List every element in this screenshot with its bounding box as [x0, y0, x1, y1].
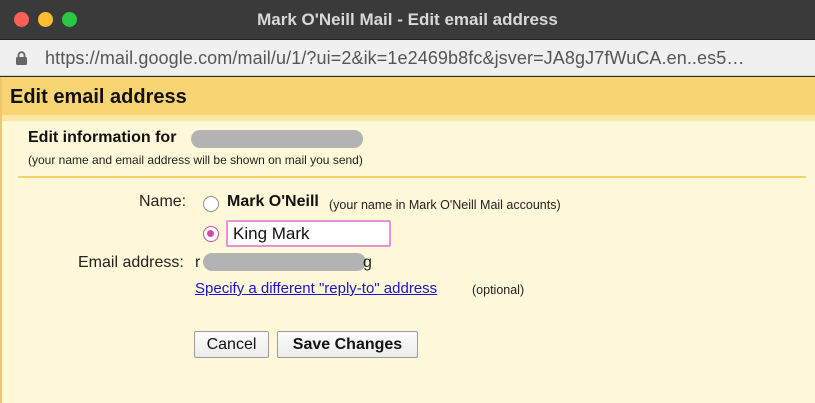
divider	[18, 176, 806, 178]
address-bar[interactable]: https://mail.google.com/mail/u/1/?ui=2&i…	[0, 40, 815, 76]
dialog-header: Edit email address	[2, 77, 815, 115]
redacted-email-blur	[203, 253, 366, 271]
reply-to-link[interactable]: Specify a different "reply-to" address	[195, 280, 437, 297]
email-visible-start: r	[195, 254, 201, 271]
default-name-note: (your name in Mark O'Neill Mail accounts…	[329, 198, 561, 212]
lock-icon	[16, 51, 27, 65]
edit-info-label: Edit information for	[28, 129, 177, 146]
url-text[interactable]: https://mail.google.com/mail/u/1/?ui=2&i…	[45, 48, 805, 69]
redacted-email-blur	[191, 130, 363, 148]
window-title: Mark O'Neill Mail - Edit email address	[257, 10, 558, 29]
name-radio-custom[interactable]	[203, 226, 219, 242]
cancel-button[interactable]: Cancel	[194, 331, 269, 358]
name-label: Name:	[139, 193, 187, 210]
dialog-content: Edit email address Edit information for …	[0, 77, 815, 403]
edit-panel: Edit information for (your name and emai…	[2, 115, 815, 403]
edit-info-subtitle: (your name and email address will be sho…	[28, 153, 363, 167]
default-name-text: Mark O'Neill	[227, 193, 319, 210]
email-visible-end: g	[363, 254, 372, 271]
window-titlebar: Mark O'Neill Mail - Edit email address	[0, 0, 815, 40]
email-label: Email address:	[78, 254, 184, 271]
reply-to-optional: (optional)	[472, 283, 525, 297]
custom-name-input[interactable]	[226, 220, 391, 247]
save-changes-button[interactable]: Save Changes	[277, 331, 418, 358]
name-radio-default[interactable]	[203, 196, 219, 212]
page-title: Edit email address	[10, 86, 187, 108]
